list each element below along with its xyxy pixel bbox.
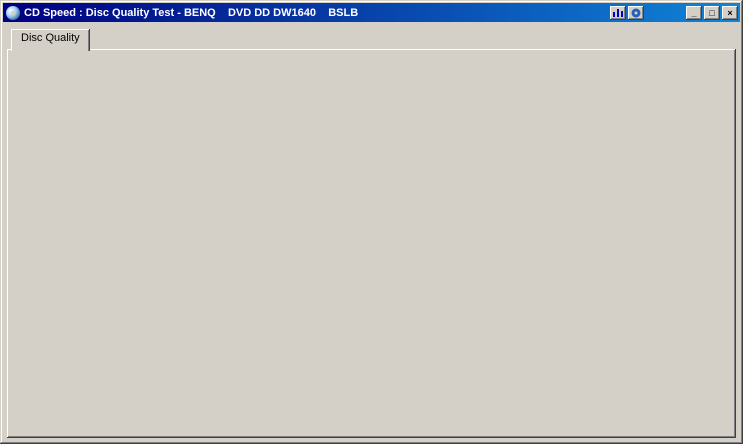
tab-label: Disc Quality — [21, 32, 80, 44]
app-window: CD Speed : Disc Quality Test - BENQ DVD … — [0, 0, 743, 444]
chart-icon — [613, 9, 623, 17]
tab-disc-quality[interactable]: Disc Quality — [11, 29, 90, 51]
app-icon — [6, 5, 20, 20]
titlebar[interactable]: CD Speed : Disc Quality Test - BENQ DVD … — [3, 3, 740, 22]
disc-quality-panel — [7, 49, 736, 438]
minimize-button[interactable]: _ — [686, 5, 702, 20]
disc-icon — [631, 8, 641, 17]
close-button[interactable]: × — [722, 5, 738, 20]
maximize-button[interactable]: □ — [704, 5, 720, 20]
maximize-icon: □ — [709, 7, 715, 18]
titlebar-disc-button[interactable] — [628, 5, 644, 20]
close-icon: × — [727, 7, 733, 18]
minimize-icon: _ — [691, 7, 697, 18]
titlebar-chart-button[interactable] — [610, 5, 626, 20]
window-title: CD Speed : Disc Quality Test - BENQ DVD … — [24, 6, 359, 19]
